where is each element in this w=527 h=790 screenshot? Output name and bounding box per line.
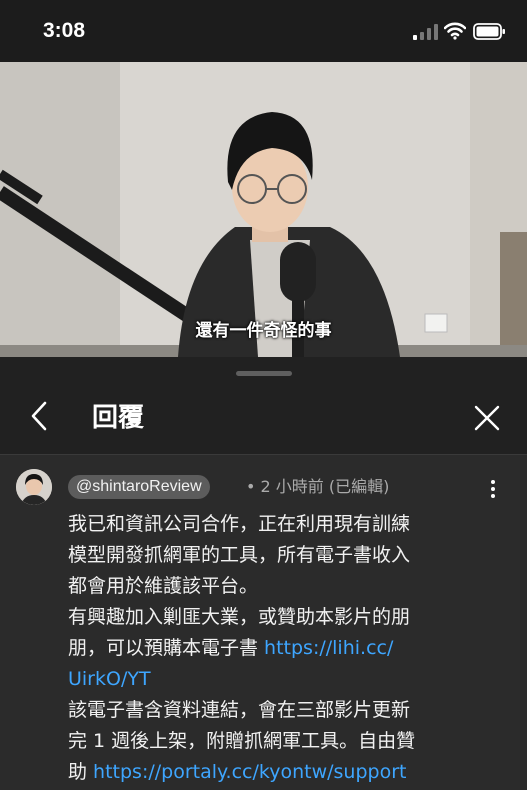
comment-meta: • 2 小時前 (已編輯)	[246, 477, 390, 496]
video-player[interactable]: 還有一件奇怪的事	[0, 62, 527, 357]
drag-handle[interactable]	[236, 371, 292, 376]
author-handle[interactable]: @shintaroReview	[68, 475, 210, 499]
comment-line: 朋，可以預購本電子書 https://lihi.cc/	[68, 633, 498, 664]
comment-text: 助	[68, 761, 94, 783]
status-time: 3:08	[43, 19, 86, 42]
avatar[interactable]	[16, 469, 52, 505]
support-link[interactable]: https://portaly.cc/kyontw/support	[93, 761, 406, 783]
comment-line: 都會用於維護該平台。	[68, 575, 259, 597]
status-bar: 3:08	[0, 0, 527, 62]
cellular-signal-icon	[413, 24, 438, 40]
more-vertical-icon[interactable]	[484, 477, 502, 501]
pinned-comment: @shintaroReview • 2 小時前 (已編輯) 我已和資訊公司合作，…	[0, 455, 527, 790]
comment-line: 我已和資訊公司合作，正在利用現有訓練	[68, 513, 411, 535]
comment-line: 有興趣加入剿匪大業，或贊助本影片的朋	[68, 606, 411, 628]
ebook-link[interactable]: https://lihi.cc/	[264, 637, 393, 659]
comment-line: 完 1 週後上架，附贈抓網軍工具。自由贊	[68, 730, 416, 752]
replies-panel: 回覆 @shintaroReview • 2 小時前 (已編輯) 我已和資訊公司…	[0, 357, 527, 790]
chevron-left-icon[interactable]	[24, 397, 56, 435]
comment-line: UirkO/YT	[68, 664, 498, 695]
ebook-link-continued[interactable]: UirkO/YT	[68, 668, 151, 690]
battery-icon	[473, 23, 505, 40]
comment-text: 朋，可以預購本電子書	[68, 637, 265, 659]
comment-line: 模型開發抓網軍的工具，所有電子書收入	[68, 544, 411, 566]
comment-line: 該電子書含資料連結，會在三部影片更新	[68, 699, 411, 721]
close-icon[interactable]	[472, 403, 502, 433]
panel-title: 回覆	[92, 403, 145, 433]
comment-body: 我已和資訊公司合作，正在利用現有訓練 模型開發抓網軍的工具，所有電子書收入 都會…	[68, 509, 498, 788]
comment-line: 助 https://portaly.cc/kyontw/support	[68, 757, 498, 788]
video-frame	[0, 62, 527, 357]
wifi-icon	[444, 22, 466, 40]
video-subtitle: 還有一件奇怪的事	[195, 321, 332, 341]
